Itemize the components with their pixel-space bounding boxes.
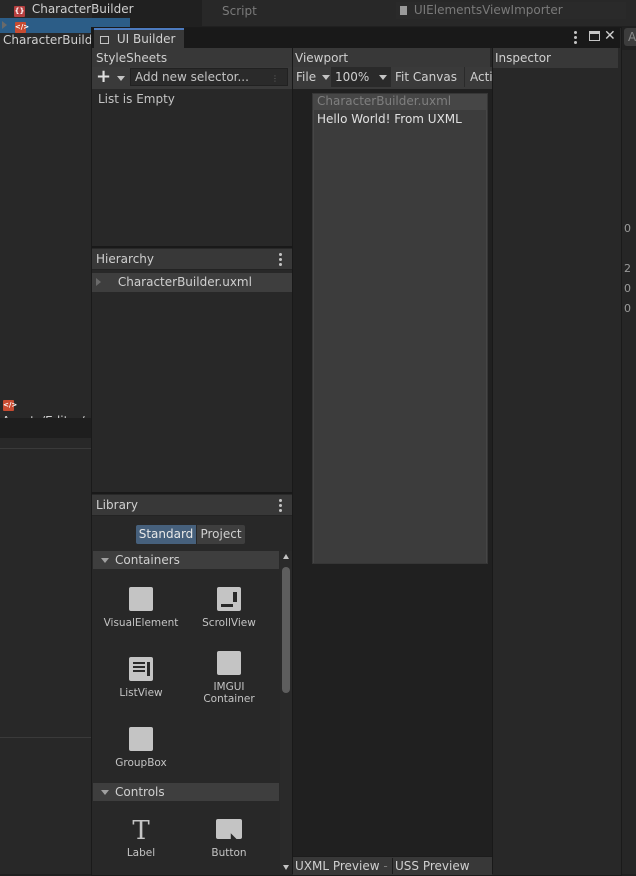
controls-label: Controls xyxy=(115,785,165,799)
library-item-label: GroupBox xyxy=(115,757,167,769)
canvas-document[interactable] xyxy=(314,110,486,563)
library-menu-icon[interactable] xyxy=(279,499,282,512)
panel-divider[interactable] xyxy=(92,492,292,494)
ui-builder-icon xyxy=(100,35,109,44)
window-tab[interactable]: UI Builder xyxy=(94,28,184,48)
library-item-label: ScrollView xyxy=(202,617,256,629)
library-header: Library xyxy=(92,495,292,516)
library-item-groupbox[interactable]: GroupBox xyxy=(97,727,185,769)
add-stylesheet-button[interactable]: + xyxy=(96,68,126,86)
inspector-title: Inspector xyxy=(495,51,551,65)
library-tab-standard[interactable]: Standard xyxy=(136,525,196,544)
canvas-label[interactable]: Hello World! From UXML xyxy=(317,112,462,126)
actions-button[interactable]: Acti xyxy=(464,67,492,87)
library-item-listview[interactable]: ListView xyxy=(97,657,185,699)
uss-preview-tab[interactable]: USS Preview xyxy=(392,858,495,874)
library-item-button[interactable]: ◣ Button xyxy=(185,819,273,859)
viewport-title: Viewport xyxy=(295,51,349,65)
imgui-container-icon xyxy=(217,651,241,675)
zoom-dropdown[interactable]: 100% xyxy=(331,67,391,87)
library-item-label: ListView xyxy=(119,687,163,699)
library-item-label: IMGUI Container xyxy=(203,681,255,705)
library-scrollbar[interactable] xyxy=(280,551,292,874)
containers-label: Containers xyxy=(115,553,180,567)
window-menu-icon[interactable] xyxy=(574,31,577,44)
project-item-label: CharacterBuilder xyxy=(3,33,105,47)
library-item-scrollview[interactable]: ScrollView xyxy=(185,587,273,629)
path-bar[interactable]: </> Assets/Editor/ xyxy=(0,394,92,428)
chevron-down-icon xyxy=(321,75,330,80)
close-icon[interactable]: ✕ xyxy=(604,28,616,44)
drag-handle-icon[interactable]: ⋮ xyxy=(271,71,279,87)
uss-file-icon: {} xyxy=(14,6,25,17)
uxml-preview-tab[interactable]: UXML Preview - xyxy=(295,858,389,874)
list-view-icon xyxy=(129,657,153,681)
panel-divider[interactable] xyxy=(92,246,292,248)
stylesheets-empty-text: List is Empty xyxy=(98,92,175,106)
divider xyxy=(0,737,92,738)
library-title: Library xyxy=(96,498,138,512)
inspector-header: Inspector xyxy=(493,48,618,69)
library-item-label: Label xyxy=(126,847,156,859)
chevron-down-icon xyxy=(116,76,125,81)
scroll-view-icon xyxy=(217,587,241,611)
uxml-file-icon: </> xyxy=(3,400,18,411)
visual-element-icon xyxy=(129,587,153,611)
right-field-value: 0 xyxy=(624,222,631,235)
chevron-down-icon xyxy=(101,558,109,563)
scroll-up-icon[interactable] xyxy=(283,554,289,559)
inspector-script-label: Script xyxy=(222,4,257,18)
library-item-visualelement[interactable]: VisualElement xyxy=(97,587,185,629)
button-icon: ◣ xyxy=(216,819,242,844)
hierarchy-header: Hierarchy xyxy=(92,249,292,270)
inspector-area xyxy=(493,68,620,874)
library-item-imgui-container[interactable]: IMGUI Container xyxy=(185,651,273,705)
chevron-down-icon xyxy=(101,790,109,795)
hierarchy-menu-icon[interactable] xyxy=(279,253,282,266)
hierarchy-title: Hierarchy xyxy=(96,252,155,266)
plus-icon: + xyxy=(96,66,112,87)
expand-arrow-icon[interactable] xyxy=(2,21,7,29)
inspector-script-field[interactable]: UIElementsViewImporter xyxy=(396,2,626,19)
label-icon: T xyxy=(132,816,150,846)
library-tab-project[interactable]: Project xyxy=(197,525,245,544)
window-title: UI Builder xyxy=(116,32,176,46)
right-field-value: 0 xyxy=(624,302,631,315)
file-menu[interactable]: File xyxy=(294,67,330,87)
scroll-down-icon[interactable] xyxy=(283,865,289,870)
maximize-icon[interactable] xyxy=(589,31,600,41)
stylesheets-title: StyleSheets xyxy=(96,51,168,65)
controls-category[interactable]: Controls xyxy=(93,783,279,801)
hierarchy-root-label: CharacterBuilder.uxml xyxy=(117,275,252,289)
fit-canvas-button[interactable]: Fit Canvas xyxy=(390,67,461,87)
hierarchy-tree xyxy=(92,292,292,492)
stylesheets-header: StyleSheets xyxy=(92,48,292,69)
project-item-uss[interactable]: {} CharacterBuilder xyxy=(14,2,134,17)
scroll-thumb[interactable] xyxy=(282,567,290,693)
uxml-file-icon: </> xyxy=(14,22,30,33)
library-item-label: VisualElement xyxy=(103,617,179,629)
hierarchy-root-item[interactable]: CharacterBuilder.uxml xyxy=(92,273,292,292)
expand-arrow-icon[interactable] xyxy=(96,278,101,286)
divider xyxy=(0,418,92,438)
right-field-value: 0 xyxy=(624,282,631,295)
viewport-header: Viewport xyxy=(293,48,490,69)
top-right-button[interactable]: A xyxy=(624,28,636,46)
divider xyxy=(0,448,92,449)
group-box-icon xyxy=(129,727,153,751)
right-panel xyxy=(620,50,636,874)
script-file-icon xyxy=(400,6,407,15)
selector-placeholder: Add new selector... xyxy=(135,70,249,84)
canvas-title[interactable]: CharacterBuilder.uxml xyxy=(317,94,451,108)
library-item-label[interactable]: T Label xyxy=(97,817,185,859)
containers-category[interactable]: Containers xyxy=(93,551,279,569)
stylesheets-list xyxy=(92,89,292,246)
selector-input[interactable]: Add new selector... ⋮ xyxy=(130,68,288,86)
inspector-script-value: UIElementsViewImporter xyxy=(413,3,563,17)
library-item-label: Button xyxy=(211,847,247,859)
right-field-value: 2 xyxy=(624,262,631,275)
chevron-down-icon xyxy=(379,75,387,80)
project-item-label: CharacterBuilder xyxy=(31,2,134,16)
